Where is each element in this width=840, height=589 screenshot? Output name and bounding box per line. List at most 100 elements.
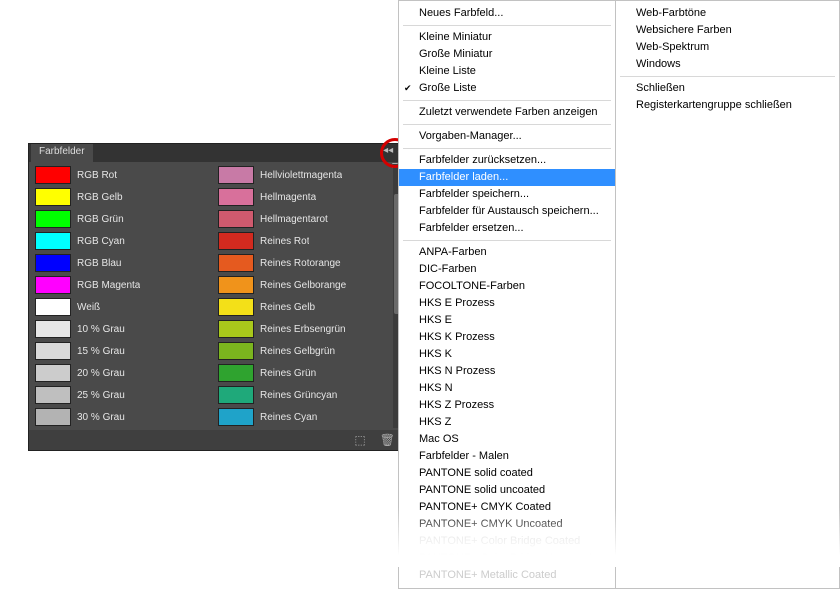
swatch-chip[interactable] bbox=[218, 320, 254, 338]
swatch-chip[interactable] bbox=[35, 210, 71, 228]
swatch-chip[interactable] bbox=[35, 254, 71, 272]
swatch-label: Reines Rot bbox=[260, 236, 309, 247]
swatch-row[interactable]: 30 % Grau bbox=[35, 406, 208, 428]
menu-item[interactable]: Web-Spektrum bbox=[616, 39, 839, 56]
swatch-row[interactable]: Reines Rotorange bbox=[218, 252, 391, 274]
swatch-row[interactable]: RGB Blau bbox=[35, 252, 208, 274]
swatch-row[interactable]: Reines Gelbgrün bbox=[218, 340, 391, 362]
menu-item[interactable]: Schließen bbox=[616, 80, 839, 97]
swatch-chip[interactable] bbox=[218, 386, 254, 404]
swatch-row[interactable]: Weiß bbox=[35, 296, 208, 318]
menu-item[interactable]: Farbfelder speichern... bbox=[399, 186, 615, 203]
swatch-row[interactable]: RGB Grün bbox=[35, 208, 208, 230]
menu-item[interactable]: PANTONE+ Color Bridge Coated bbox=[399, 533, 615, 550]
menu-item[interactable]: ANPA-Farben bbox=[399, 244, 615, 261]
menu-item[interactable]: Kleine Miniatur bbox=[399, 29, 615, 46]
menu-item[interactable]: PANTONE solid uncoated bbox=[399, 482, 615, 499]
menu-item[interactable]: DIC-Farben bbox=[399, 261, 615, 278]
menu-item[interactable]: Farbfelder für Austausch speichern... bbox=[399, 203, 615, 220]
swatch-row[interactable]: Hellmagenta bbox=[218, 186, 391, 208]
menu-item[interactable]: Registerkartengruppe schließen bbox=[616, 97, 839, 114]
swatch-row[interactable]: Hellviolettmagenta bbox=[218, 164, 391, 186]
swatch-chip[interactable] bbox=[35, 188, 71, 206]
swatch-label: Hellmagentarot bbox=[260, 214, 328, 225]
menu-item[interactable]: HKS E Prozess bbox=[399, 295, 615, 312]
swatch-row[interactable]: Reines Erbsengrün bbox=[218, 318, 391, 340]
menu-item[interactable]: Kleine Liste bbox=[399, 63, 615, 80]
swatch-chip[interactable] bbox=[35, 166, 71, 184]
swatch-row[interactable]: RGB Gelb bbox=[35, 186, 208, 208]
menu-item[interactable]: HKS N bbox=[399, 380, 615, 397]
swatch-chip[interactable] bbox=[35, 298, 71, 316]
menu-item[interactable]: Web-Farbtöne bbox=[616, 5, 839, 22]
swatch-chip[interactable] bbox=[218, 276, 254, 294]
menu-separator bbox=[403, 124, 611, 125]
swatch-chip[interactable] bbox=[218, 364, 254, 382]
menu-item[interactable]: FOCOLTONE-Farben bbox=[399, 278, 615, 295]
menu-item[interactable]: Farbfelder zurücksetzen... bbox=[399, 152, 615, 169]
swatch-row[interactable]: RGB Magenta bbox=[35, 274, 208, 296]
collapse-icon[interactable]: ◂◂ bbox=[383, 145, 393, 156]
swatch-row[interactable]: Reines Gelborange bbox=[218, 274, 391, 296]
swatch-row[interactable]: RGB Cyan bbox=[35, 230, 208, 252]
menu-item[interactable]: Große Miniatur bbox=[399, 46, 615, 63]
swatch-chip[interactable] bbox=[218, 408, 254, 426]
new-swatch-icon[interactable]: ⬚ bbox=[354, 433, 365, 447]
menu-item[interactable]: Große Liste bbox=[399, 80, 615, 97]
swatch-chip[interactable] bbox=[35, 408, 71, 426]
swatch-row[interactable]: Hellmagentarot bbox=[218, 208, 391, 230]
swatches-panel: Farbfelder ◂◂ × ≡ RGB RotRGB GelbRGB Grü… bbox=[28, 143, 406, 451]
swatch-label: RGB Grün bbox=[77, 214, 124, 225]
swatch-row[interactable]: RGB Rot bbox=[35, 164, 208, 186]
menu-item[interactable]: PANTONE+ CMYK Coated bbox=[399, 499, 615, 516]
swatch-chip[interactable] bbox=[35, 232, 71, 250]
swatch-row[interactable]: Reines Rot bbox=[218, 230, 391, 252]
menu-item[interactable]: Websichere Farben bbox=[616, 22, 839, 39]
menu-item[interactable]: Farbfelder - Malen bbox=[399, 448, 615, 465]
swatch-chip[interactable] bbox=[218, 210, 254, 228]
swatch-label: Reines Gelbgrün bbox=[260, 346, 335, 357]
menu-item[interactable]: HKS Z bbox=[399, 414, 615, 431]
swatch-row[interactable]: Reines Cyan bbox=[218, 406, 391, 428]
swatch-row[interactable]: Reines Grüncyan bbox=[218, 384, 391, 406]
menu-item[interactable]: Windows bbox=[616, 56, 839, 73]
swatch-chip[interactable] bbox=[35, 320, 71, 338]
swatch-chip[interactable] bbox=[218, 232, 254, 250]
menu-item[interactable]: PANTONE+ CMYK Uncoated bbox=[399, 516, 615, 533]
menu-item[interactable]: Farbfelder ersetzen... bbox=[399, 220, 615, 237]
menu-item[interactable]: HKS E bbox=[399, 312, 615, 329]
menu-item[interactable]: HKS K Prozess bbox=[399, 329, 615, 346]
swatch-chip[interactable] bbox=[218, 298, 254, 316]
menu-item[interactable]: PANTONE solid coated bbox=[399, 465, 615, 482]
swatch-row[interactable]: 15 % Grau bbox=[35, 340, 208, 362]
swatch-row[interactable]: 25 % Grau bbox=[35, 384, 208, 406]
swatch-chip[interactable] bbox=[218, 342, 254, 360]
menu-separator bbox=[403, 100, 611, 101]
swatch-row[interactable]: 10 % Grau bbox=[35, 318, 208, 340]
swatch-chip[interactable] bbox=[218, 166, 254, 184]
menu-item[interactable]: Mac OS bbox=[399, 431, 615, 448]
menu-item[interactable]: HKS N Prozess bbox=[399, 363, 615, 380]
menu-item[interactable]: PANTONE+ Color Bridge Uncoated bbox=[399, 550, 615, 567]
swatch-chip[interactable] bbox=[218, 188, 254, 206]
menu-item[interactable]: HKS Z Prozess bbox=[399, 397, 615, 414]
swatch-chip[interactable] bbox=[218, 254, 254, 272]
swatch-row[interactable]: Reines Grün bbox=[218, 362, 391, 384]
menu-item[interactable]: HKS K bbox=[399, 346, 615, 363]
swatch-label: RGB Gelb bbox=[77, 192, 123, 203]
panel-title[interactable]: Farbfelder bbox=[31, 144, 93, 162]
swatch-label: 10 % Grau bbox=[77, 324, 125, 335]
menu-item[interactable]: Farbfelder laden... bbox=[399, 169, 615, 186]
swatch-chip[interactable] bbox=[35, 342, 71, 360]
swatch-row[interactable]: 20 % Grau bbox=[35, 362, 208, 384]
menu-item[interactable]: Zuletzt verwendete Farben anzeigen bbox=[399, 104, 615, 121]
menu-item[interactable]: Neues Farbfeld... bbox=[399, 5, 615, 22]
swatch-chip[interactable] bbox=[35, 386, 71, 404]
menu-item[interactable]: Vorgaben-Manager... bbox=[399, 128, 615, 145]
swatch-chip[interactable] bbox=[35, 276, 71, 294]
swatch-row[interactable]: Reines Gelb bbox=[218, 296, 391, 318]
delete-swatch-icon[interactable]: 🗑 bbox=[380, 433, 395, 447]
menu-item[interactable]: PANTONE+ Metallic Coated bbox=[399, 567, 615, 584]
swatch-label: Hellviolettmagenta bbox=[260, 170, 342, 181]
swatch-chip[interactable] bbox=[35, 364, 71, 382]
